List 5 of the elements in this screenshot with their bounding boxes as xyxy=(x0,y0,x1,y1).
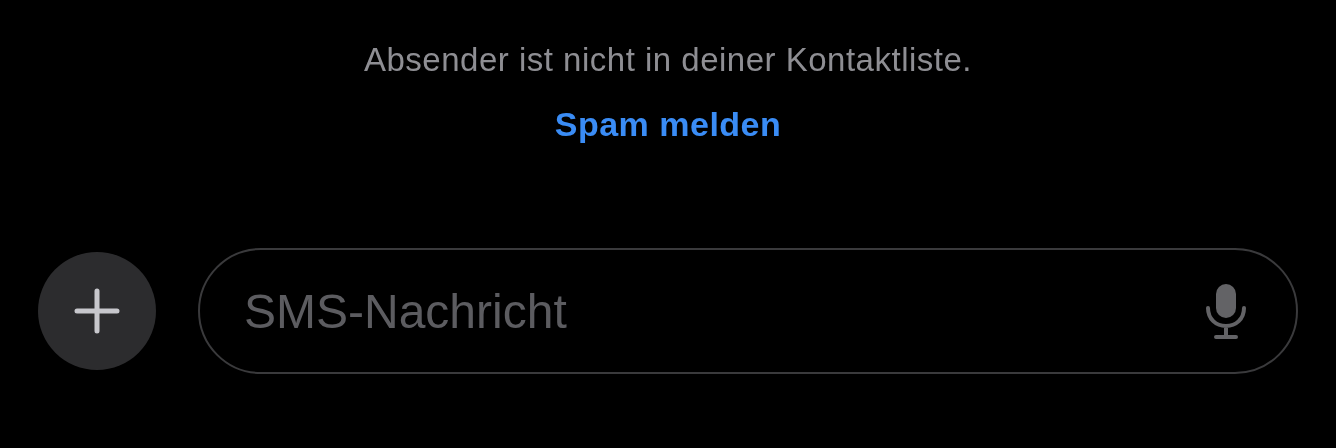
message-field[interactable]: SMS-Nachricht xyxy=(198,248,1298,374)
microphone-icon[interactable] xyxy=(1204,282,1248,340)
spam-report-link[interactable]: Spam melden xyxy=(554,102,782,146)
notice-text: Absender ist nicht in deiner Kontaktliste. xyxy=(364,40,972,80)
plus-icon xyxy=(74,288,120,334)
